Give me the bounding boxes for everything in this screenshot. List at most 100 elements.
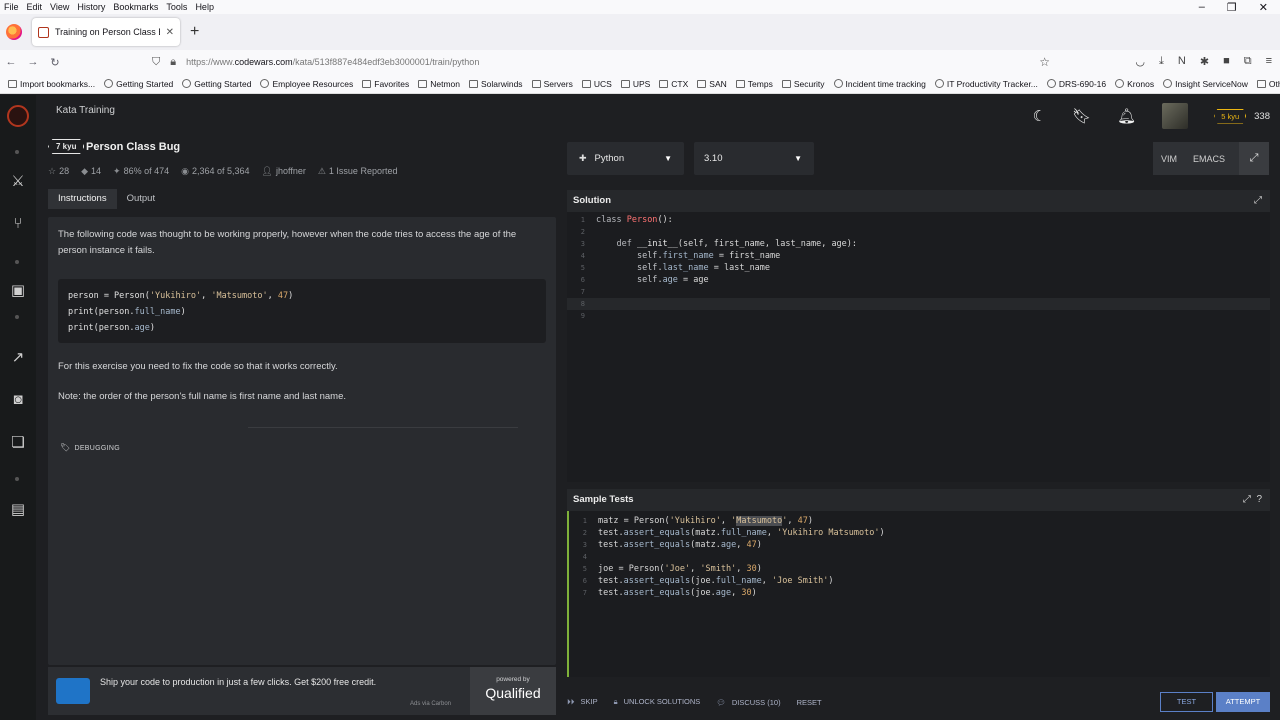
discord-icon[interactable]: ◙ xyxy=(9,391,27,409)
bookmark-employee-resources[interactable]: Employee Resources xyxy=(260,78,353,89)
version-value: 3.10 xyxy=(704,153,723,164)
close-window-icon[interactable]: ✕ xyxy=(1259,1,1268,14)
briefcase-icon[interactable]: ▣ xyxy=(9,282,27,300)
tab-instructions[interactable]: Instructions xyxy=(48,189,117,209)
extension-n-icon[interactable]: N xyxy=(1178,55,1186,68)
docs-book-icon[interactable]: ▤ xyxy=(9,501,27,519)
bookmark-ctx[interactable]: CTX xyxy=(659,79,688,89)
nav-separator xyxy=(15,477,19,481)
test-button[interactable]: TEST xyxy=(1160,692,1213,712)
globe-icon xyxy=(1046,78,1056,88)
downloads-icon[interactable]: ⤓ xyxy=(1159,55,1164,68)
code-line: 5 joe = Person('Joe', 'Smith', 30) xyxy=(582,564,762,574)
bookmark-kronos[interactable]: Kronos xyxy=(1115,78,1154,89)
expand-icon[interactable]: ⤢ xyxy=(1243,494,1251,505)
bookmark-star-icon[interactable]: ☆ xyxy=(1039,55,1050,69)
stars-stat[interactable]: ☆ 28 xyxy=(48,166,69,177)
back-icon[interactable]: ← xyxy=(0,56,22,68)
practice-icon[interactable]: ⚔ xyxy=(9,173,27,191)
lock-icon[interactable]: 🔒︎ xyxy=(170,56,176,69)
menu-history[interactable]: History xyxy=(73,2,109,12)
folder-icon xyxy=(418,79,428,88)
emacs-mode-button[interactable]: EMACS xyxy=(1185,154,1233,164)
solution-editor[interactable]: 1 class Person(): 2 3 def __init__(self, … xyxy=(567,212,1270,482)
unlock-solutions-button[interactable]: 🔒︎ UNLOCK SOLUTIONS xyxy=(614,697,701,707)
sample-tests-editor[interactable]: 1 matz = Person('Yukihiro', 'Matsumoto', … xyxy=(567,511,1270,677)
discuss-button[interactable]: 💬︎ DISCUSS (10) xyxy=(716,698,780,707)
completed-stat: ◉ 2,364 of 5,364 xyxy=(181,166,250,176)
tab-title: Training on Person Class Bug | C xyxy=(55,27,160,37)
code-line: 4 self.first_name = first_name xyxy=(580,251,781,261)
top-bar-icons: ☾ 🔖︎ 🔔︎ 5 kyu 338 xyxy=(1033,103,1280,129)
avatar[interactable] xyxy=(1162,103,1189,129)
pocket-icon[interactable]: ◡ xyxy=(1135,55,1145,68)
extension-icon[interactable]: ✱ xyxy=(1200,55,1209,68)
codewars-logo-icon[interactable] xyxy=(7,105,29,127)
issues-link[interactable]: ⚠ 1 Issue Reported xyxy=(318,166,398,177)
import-icon xyxy=(8,79,17,88)
bookmark-servicenow[interactable]: Insight ServiceNow xyxy=(1163,78,1248,89)
bookmark-icon[interactable]: 🔖︎ xyxy=(1072,107,1091,125)
menu-tools[interactable]: Tools xyxy=(162,2,191,12)
restore-icon[interactable]: ❐ xyxy=(1227,1,1237,14)
minimize-icon[interactable]: – xyxy=(1199,1,1205,14)
bookmark-san[interactable]: SAN xyxy=(697,79,727,89)
ad-banner[interactable]: Ship your code to production in just a f… xyxy=(48,667,556,715)
author-link[interactable]: 👤︎ jhoffner xyxy=(262,166,306,177)
bookmark-solarwinds[interactable]: Solarwinds xyxy=(468,79,523,89)
fullscreen-icon[interactable]: ⤢ xyxy=(1239,142,1269,175)
bookmark-incident-tracking[interactable]: Incident time tracking xyxy=(833,78,926,89)
bookmark-security[interactable]: Security xyxy=(781,79,825,89)
menu-bookmarks[interactable]: Bookmarks xyxy=(109,2,162,12)
discussion-icon[interactable]: ❏ xyxy=(9,434,27,452)
collections-stat[interactable]: ◆ 14 xyxy=(81,166,101,177)
bookmark-it-productivity[interactable]: IT Productivity Tracker... xyxy=(934,78,1038,89)
tab-output[interactable]: Output xyxy=(117,189,166,209)
help-icon[interactable]: ? xyxy=(1256,494,1262,505)
new-tab-icon[interactable]: + xyxy=(190,23,199,41)
attempt-button[interactable]: ATTEMPT xyxy=(1216,692,1270,712)
bookmark-getting-started[interactable]: Getting Started xyxy=(104,78,173,89)
ad-text[interactable]: Ship your code to production in just a f… xyxy=(100,677,376,687)
menu-view[interactable]: View xyxy=(46,2,73,12)
globe-icon xyxy=(260,78,270,88)
expand-icon[interactable]: ⤢ xyxy=(1254,190,1262,212)
nav-separator xyxy=(15,260,19,264)
dark-mode-icon[interactable]: ☾ xyxy=(1033,107,1046,125)
bookmark-netmon[interactable]: Netmon xyxy=(418,79,460,89)
qualified-logo: Qualified xyxy=(485,685,541,701)
bookmark-getting-started-2[interactable]: Getting Started xyxy=(182,78,251,89)
leaderboard-icon[interactable]: ↗ xyxy=(9,349,27,367)
ad-via[interactable]: Ads via Carbon xyxy=(410,701,451,707)
bookmark-ucs[interactable]: UCS xyxy=(581,79,612,89)
bookmark-favorites[interactable]: Favorites xyxy=(362,79,409,89)
reset-button[interactable]: RESET xyxy=(797,698,822,707)
bookmark-temps[interactable]: Temps xyxy=(735,79,773,89)
menu-help[interactable]: Help xyxy=(191,2,218,12)
menu-file[interactable]: File xyxy=(0,2,23,12)
qualified-sponsor[interactable]: powered by Qualified xyxy=(470,667,556,715)
bookmark-ups[interactable]: UPS xyxy=(620,79,650,89)
shield-icon[interactable]: ⛉ xyxy=(152,56,160,69)
other-bookmarks[interactable]: Other Bookmarks xyxy=(1256,79,1280,89)
bookmark-servers[interactable]: Servers xyxy=(531,79,573,89)
version-select[interactable]: 3.10 ▼ xyxy=(694,142,814,175)
vim-mode-button[interactable]: VIM xyxy=(1153,154,1185,164)
language-select[interactable]: ✚ Python ▼ xyxy=(567,142,684,175)
app-menu-icon[interactable]: ≡ xyxy=(1266,55,1272,68)
menu-edit[interactable]: Edit xyxy=(23,2,47,12)
forward-icon[interactable]: → xyxy=(22,56,44,68)
browser-tab-active[interactable]: Training on Person Class Bug | C ✕ xyxy=(32,18,180,46)
notifications-bell-icon[interactable]: 🔔︎ xyxy=(1117,107,1136,125)
url-bar[interactable]: ⛉ 🔒︎ https://www. codewars.com/kata/513f8… xyxy=(152,51,1058,73)
skip-button[interactable]: ⏵⏵ SKIP xyxy=(567,697,598,707)
extensions-icon[interactable]: ⧉ xyxy=(1244,55,1252,68)
extension-green-icon[interactable]: ■ xyxy=(1223,55,1230,68)
path-icon[interactable]: ⑂ xyxy=(9,215,27,233)
tab-close-icon[interactable]: ✕ xyxy=(166,27,174,38)
reload-icon[interactable]: ↻ xyxy=(44,56,66,69)
bookmark-drs[interactable]: DRS-690-16 xyxy=(1046,78,1106,89)
bookmark-import[interactable]: Import bookmarks... xyxy=(8,79,95,89)
kata-title[interactable]: Person Class Bug xyxy=(86,141,180,153)
tag-debugging[interactable]: 🏷︎ DEBUGGING xyxy=(60,443,120,452)
